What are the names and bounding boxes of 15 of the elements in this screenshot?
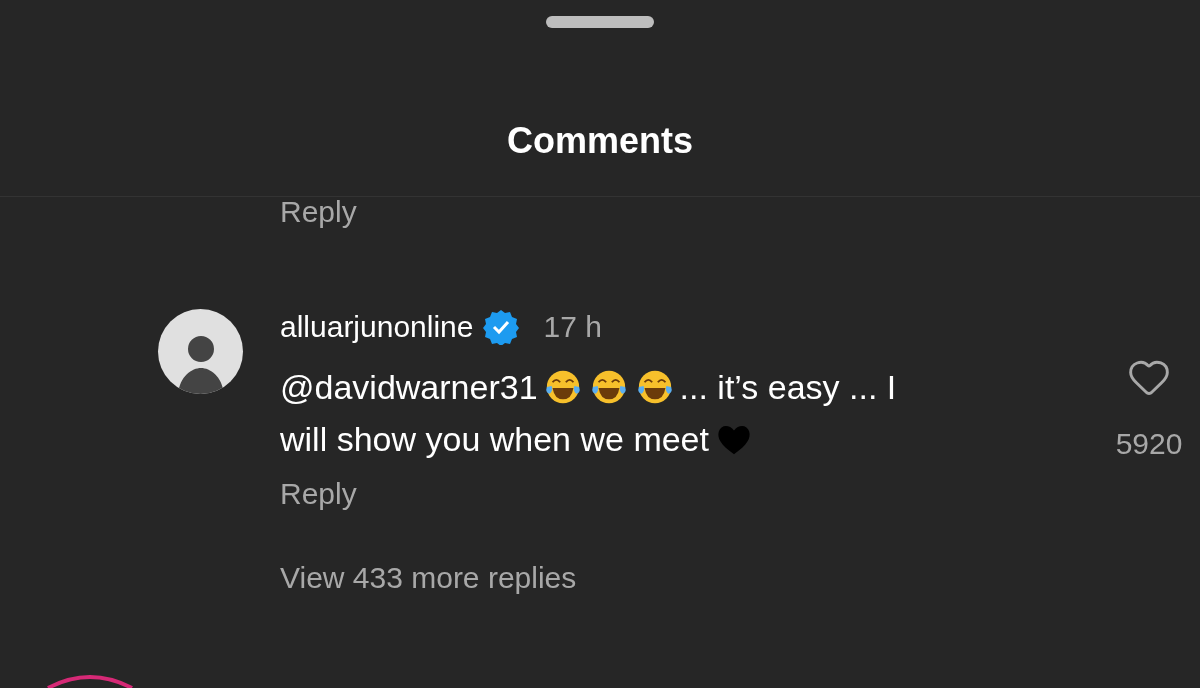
comment-time: 17 h [543, 310, 602, 344]
sheet-title: Comments [507, 120, 693, 162]
story-ring-avatar[interactable] [44, 674, 136, 688]
reply-link[interactable]: Reply [280, 477, 357, 511]
reply-link[interactable]: Reply [280, 195, 357, 229]
comment-text: will show you when we meet [280, 419, 709, 460]
laughing-emoji-icon [635, 368, 674, 406]
comment-text: ... it’s easy ... I [679, 367, 897, 408]
comment-text: @davidwarner31 [280, 367, 538, 408]
drag-handle[interactable] [546, 16, 654, 28]
laughing-emoji-icon [589, 368, 628, 406]
laughing-emoji-icon [543, 368, 582, 406]
username[interactable]: alluarjunonline [280, 310, 474, 344]
view-replies-link[interactable]: View 433 more replies [280, 561, 577, 594]
like-count: 5920 [1115, 427, 1183, 461]
